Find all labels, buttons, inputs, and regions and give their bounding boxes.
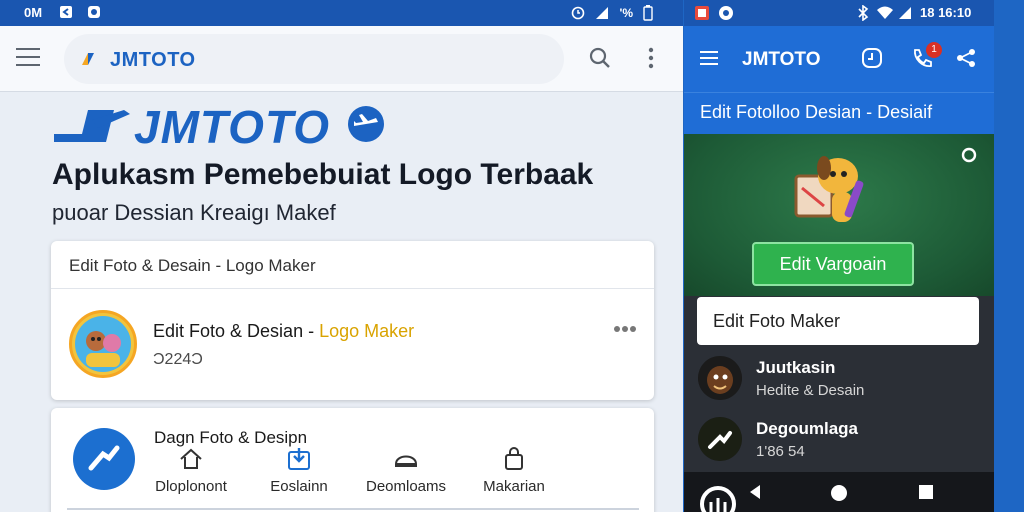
hero-headline: Aplukasm Pemebebuiat Logo Terbaak bbox=[52, 158, 594, 191]
list-item-title: Juutkasin bbox=[756, 358, 836, 377]
list-item[interactable]: Degoumlaga 1'86 54 bbox=[684, 413, 994, 471]
wifi-icon bbox=[877, 6, 893, 19]
brand-title: JMTOTO bbox=[134, 101, 330, 153]
help-icon[interactable] bbox=[960, 146, 978, 164]
promo-banner: Edit Vargoain bbox=[684, 134, 994, 296]
message-icon bbox=[88, 6, 100, 18]
nav-item-label: Deomloams bbox=[365, 478, 447, 495]
battery-percent: '% bbox=[619, 6, 633, 20]
recents-icon[interactable] bbox=[918, 484, 934, 500]
status-time-right: 18 16:10 bbox=[920, 5, 972, 20]
list-item-subtitle: Hedite & Desain bbox=[756, 382, 865, 399]
app-avatar[interactable] bbox=[69, 310, 137, 378]
edit-field-value: Edit Foto Maker bbox=[713, 311, 841, 331]
list-item[interactable]: Juutkasin Hedite & Desain bbox=[684, 352, 994, 410]
brand-logo-icon bbox=[82, 53, 94, 65]
signal-icon bbox=[596, 7, 609, 19]
menu-icon[interactable] bbox=[700, 51, 718, 65]
airplane-icon bbox=[348, 106, 384, 142]
nav-item-label: Dloplonont bbox=[155, 478, 227, 495]
right-app-title: JMTOTO bbox=[742, 49, 821, 70]
character-avatar-icon bbox=[698, 356, 742, 400]
home-nav-icon[interactable] bbox=[830, 484, 848, 502]
edit-text-field[interactable]: Edit Foto Maker bbox=[697, 297, 979, 345]
status-right-icons: '% bbox=[571, 5, 653, 21]
nav-card-title: Dagn Foto & Desipn bbox=[154, 428, 308, 447]
right-subheader: Edit Fotolloo Desian - Desiaif bbox=[684, 92, 994, 134]
notification-badge: 1 bbox=[926, 42, 942, 58]
nav-item-download[interactable]: Eoslainn bbox=[254, 446, 344, 495]
back-icon[interactable] bbox=[748, 484, 762, 500]
more-horizontal-icon[interactable] bbox=[613, 323, 637, 335]
cartoon-character-icon bbox=[75, 316, 131, 372]
avatar bbox=[698, 417, 742, 461]
nav-item-shop[interactable]: Makarian bbox=[469, 446, 559, 495]
home-icon bbox=[180, 448, 202, 469]
divider bbox=[67, 508, 639, 510]
right-subheader-title: Edit Fotolloo Desian - Desiaif bbox=[700, 102, 933, 122]
cartoon-dog-icon bbox=[794, 156, 864, 222]
app-title-highlight: Logo Maker bbox=[319, 321, 415, 341]
status-time: 0M bbox=[24, 5, 43, 20]
download-icon bbox=[288, 448, 310, 470]
left-phone-screen: 0M '% JMTOTO JMTOTO Aplukasm Pemebebuiat… bbox=[0, 0, 683, 512]
edit-button[interactable]: Edit Vargoain bbox=[752, 242, 914, 286]
signal-icon bbox=[899, 7, 911, 19]
more-vertical-icon[interactable] bbox=[646, 46, 656, 70]
timer-icon[interactable] bbox=[860, 46, 884, 70]
nav-card: Dagn Foto & Desipn Dloplonont Eoslainn D… bbox=[51, 408, 654, 512]
app-subtitle: Ͻ224Ͻ bbox=[153, 351, 203, 368]
battery-icon bbox=[643, 5, 653, 21]
bluetooth-icon bbox=[858, 5, 869, 21]
brand-emblem-icon bbox=[54, 110, 130, 142]
list-item-title: Degoumlaga bbox=[756, 419, 859, 438]
hero-subline: puoar Dessian Kreaigı Makef bbox=[52, 200, 336, 225]
share-fab[interactable] bbox=[73, 428, 135, 490]
app-drawer-icon[interactable] bbox=[698, 484, 738, 512]
app-card-header: Edit Foto & Desain - Logo Maker bbox=[51, 241, 654, 289]
right-phone-screen: 18 16:10 JMTOTO 1 Edit Fotolloo Desian -… bbox=[684, 0, 994, 512]
notification-icon bbox=[60, 6, 72, 18]
status-bar: 0M '% bbox=[0, 0, 683, 26]
nav-item-label: Makarian bbox=[483, 478, 545, 495]
nav-item-home[interactable]: Dloplonont bbox=[146, 446, 236, 495]
app-card-header-text: Edit Foto & Desain - Logo Maker bbox=[69, 256, 316, 275]
list-item-subtitle: 1'86 54 bbox=[756, 443, 805, 460]
app-title-main: Edit Foto & Desian - bbox=[153, 321, 320, 341]
nav-item-label: Eoslainn bbox=[270, 478, 328, 495]
menu-icon[interactable] bbox=[16, 48, 40, 66]
app-card: Edit Foto & Desain - Logo Maker Edit Fot… bbox=[51, 241, 654, 400]
bag-icon bbox=[505, 447, 523, 470]
right-app-bar: JMTOTO 1 bbox=[684, 26, 994, 92]
message-icon bbox=[719, 6, 733, 20]
top-app-bar: JMTOTO bbox=[0, 26, 683, 92]
system-nav-bar bbox=[684, 472, 994, 512]
app-notification-icon bbox=[695, 6, 709, 20]
share-icon[interactable] bbox=[954, 46, 978, 70]
edit-arrow-icon bbox=[698, 417, 742, 461]
search-bar[interactable]: JMTOTO bbox=[64, 34, 564, 84]
status-bar-right: 18 16:10 bbox=[684, 0, 994, 26]
avatar bbox=[698, 356, 742, 400]
app-title[interactable]: Edit Foto & Desian - Logo Maker bbox=[153, 321, 414, 342]
hat-icon bbox=[394, 455, 418, 467]
nav-item-templates[interactable]: Deomloams bbox=[361, 446, 451, 495]
alarm-icon bbox=[572, 6, 585, 20]
background-edge bbox=[994, 0, 1024, 512]
search-bar-brand: JMTOTO bbox=[110, 49, 196, 71]
search-icon[interactable] bbox=[588, 46, 612, 70]
share-arrow-icon bbox=[88, 445, 120, 471]
